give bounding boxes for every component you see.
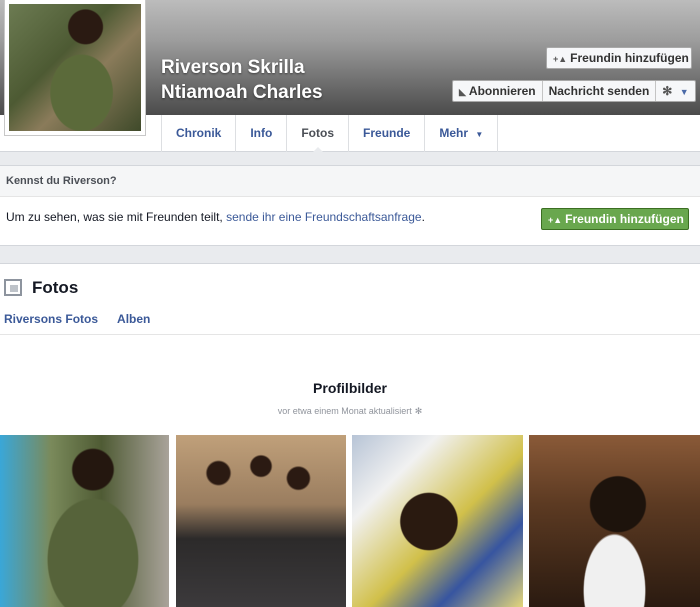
- know-text: Um zu sehen, was sie mit Freunden teilt,…: [6, 210, 425, 224]
- photos-title: Fotos: [32, 278, 79, 297]
- album-title[interactable]: Profilbilder: [0, 380, 700, 396]
- chevron-down-icon: ▼: [475, 130, 484, 139]
- gear-icon: ✻: [662, 84, 673, 98]
- photo-thumbnail[interactable]: [0, 435, 169, 607]
- tab-freunde[interactable]: Freunde: [348, 115, 424, 152]
- photos-section: Fotos Riversons Fotos Alben Profilbilder…: [0, 263, 700, 607]
- album-subtitle: vor etwa einem Monat aktualisiert ✻: [0, 406, 700, 417]
- photo-thumbnail[interactable]: [529, 435, 700, 607]
- divider: [0, 334, 700, 335]
- photo-thumbnail[interactable]: [176, 435, 346, 607]
- add-friend-label: Freundin hinzufügen: [570, 51, 689, 65]
- profile-name-line1: Riverson Skrilla: [161, 57, 305, 78]
- tab-mehr-label: Mehr: [439, 126, 469, 140]
- add-friend-button[interactable]: +▲ Freundin hinzufügen: [546, 47, 692, 69]
- tab-mehr[interactable]: Mehr ▼: [424, 115, 499, 152]
- profile-tabs: Chronik Info Fotos Freunde Mehr ▼: [161, 115, 499, 153]
- tab-fotos[interactable]: Fotos: [286, 115, 348, 153]
- send-message-label: Nachricht senden: [548, 84, 650, 98]
- tab-info[interactable]: Info: [235, 115, 286, 152]
- photo-thumbnail[interactable]: [352, 435, 523, 607]
- profile-name[interactable]: Riverson Skrilla Ntiamoah Charles: [161, 55, 323, 105]
- send-message-button[interactable]: Nachricht senden: [543, 81, 657, 101]
- photo-grid: [0, 435, 700, 607]
- subscribe-button[interactable]: ◣ Abonnieren: [453, 81, 543, 101]
- add-friend-icon: +▲: [553, 54, 568, 64]
- album-updated-text: vor etwa einem Monat aktualisiert: [277, 406, 412, 416]
- know-text-body: Um zu sehen, was sie mit Freunden teilt,: [6, 210, 223, 224]
- subnav-alben[interactable]: Alben: [117, 312, 150, 326]
- settings-dropdown-button[interactable]: ✻ ▼: [656, 81, 694, 101]
- tab-chronik[interactable]: Chronik: [161, 115, 235, 152]
- rss-icon: ◣: [459, 87, 466, 97]
- chevron-down-icon: ▼: [679, 87, 689, 97]
- add-friend-green-label: Freundin hinzufügen: [565, 212, 684, 226]
- add-friend-icon: +▲: [548, 215, 563, 225]
- profile-photo-image: [9, 4, 141, 131]
- subscribe-label: Abonnieren: [468, 84, 536, 98]
- photos-subnav: Riversons Fotos Alben: [4, 312, 150, 326]
- friend-request-link[interactable]: sende ihr eine Freundschaftsanfrage: [226, 210, 421, 224]
- profile-picture[interactable]: [4, 0, 146, 136]
- profile-actions: ◣ Abonnieren Nachricht senden ✻ ▼: [452, 80, 696, 102]
- photos-icon: [4, 279, 22, 296]
- profile-name-line2: Ntiamoah Charles: [161, 82, 323, 103]
- know-person-box: Kennst du Riverson? Um zu sehen, was sie…: [0, 165, 700, 246]
- subnav-riversons-fotos[interactable]: Riversons Fotos: [4, 312, 98, 326]
- know-heading: Kennst du Riverson?: [0, 166, 700, 197]
- know-text-end: .: [421, 210, 425, 224]
- gear-icon[interactable]: ✻: [415, 406, 423, 416]
- add-friend-green-button[interactable]: +▲ Freundin hinzufügen: [541, 208, 689, 230]
